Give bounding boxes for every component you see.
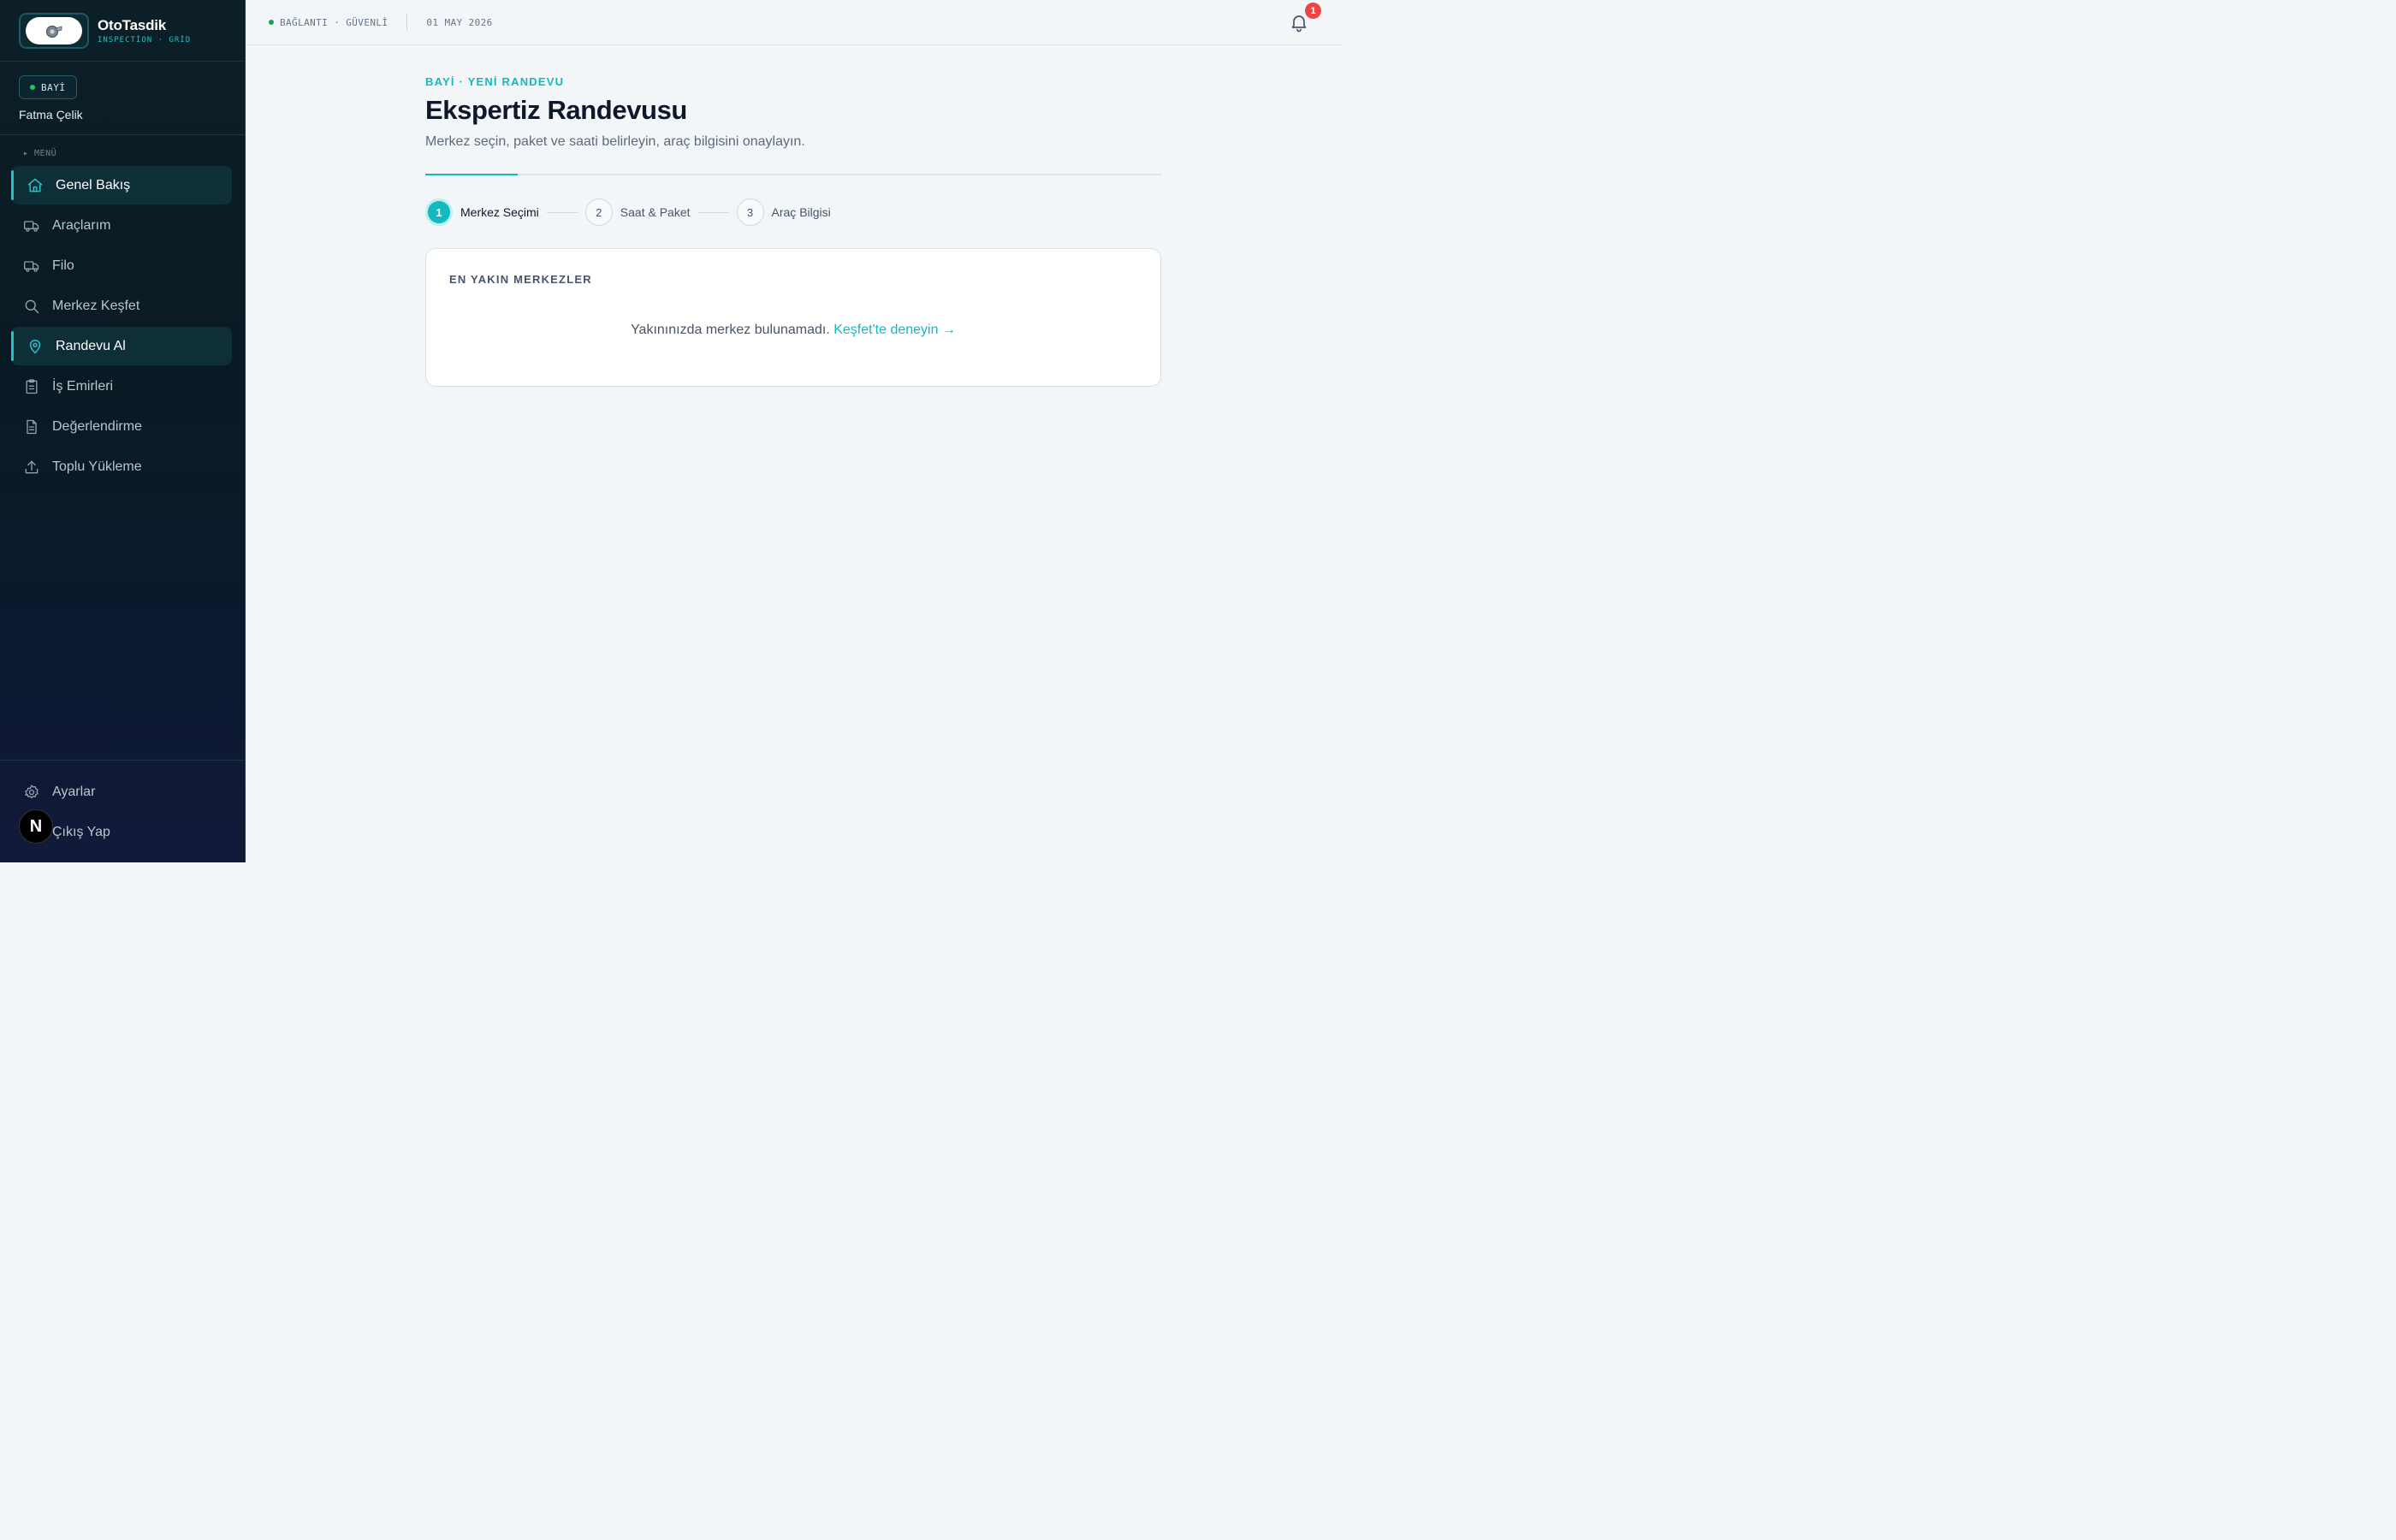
step-label: Merkez Seçimi: [460, 205, 539, 219]
step-saat-paket[interactable]: 2 Saat & Paket: [584, 198, 691, 226]
sidebar-item-label: Filo: [52, 258, 74, 273]
sidebar-item-araclarim[interactable]: Araçlarım: [11, 206, 232, 245]
sidebar-item-label: Değerlendirme: [52, 418, 142, 434]
dev-tools-badge[interactable]: N: [19, 809, 53, 844]
wizard-progress-fill: [425, 174, 518, 175]
connection-status-dot: [269, 20, 274, 25]
truck-icon: [23, 258, 40, 275]
gear-icon: [23, 784, 40, 801]
brand-name: OtoTasdik: [98, 16, 167, 33]
sidebar-item-ayarlar[interactable]: Ayarlar: [11, 773, 232, 811]
sidebar-item-label: Çıkış Yap: [52, 824, 110, 839]
step-connector: [546, 211, 578, 213]
sidebar-item-label: Randevu Al: [56, 338, 126, 353]
notification-count-badge: 1: [1305, 3, 1321, 19]
step-number: 3: [736, 198, 764, 226]
sidebar-item-genel-bakis[interactable]: Genel Bakış: [11, 166, 232, 204]
role-badge: BAYİ: [19, 75, 77, 99]
step-label: Araç Bilgisi: [771, 205, 831, 219]
sidebar-item-filo[interactable]: Filo: [11, 246, 232, 285]
user-name: Fatma Çelik: [19, 108, 83, 121]
topbar: BAĞLANTI · GÜVENLİ 01 MAY 2026 1: [246, 0, 1342, 45]
search-icon: [23, 298, 40, 315]
wizard-steps: 1 Merkez Seçimi 2 Saat & Paket 3 Araç Bi…: [425, 198, 1161, 226]
page-title: Ekspertiz Randevusu: [425, 95, 687, 125]
step-connector: [697, 211, 729, 213]
logo-pill: [26, 16, 82, 44]
nearest-centers-card: EN YAKIN MERKEZLER Yakınınızda merkez bu…: [425, 248, 1161, 387]
document-icon: [23, 418, 40, 435]
sidebar-item-label: Ayarlar: [52, 784, 96, 799]
step-arac-bilgisi[interactable]: 3 Araç Bilgisi: [736, 198, 831, 226]
home-icon: [27, 177, 44, 194]
current-date: 01 MAY 2026: [426, 16, 493, 28]
logo[interactable]: [19, 12, 89, 49]
step-merkez-secimi[interactable]: 1 Merkez Seçimi: [425, 198, 539, 226]
empty-state: Yakınınızda merkez bulunamadı. Keşfet'te…: [426, 323, 1160, 338]
sidebar-item-randevu-al[interactable]: Randevu Al: [11, 327, 232, 365]
page-eyebrow: BAYİ · YENİ RANDEVU: [425, 75, 565, 88]
discover-link[interactable]: Keşfet'te deneyin →: [833, 323, 956, 337]
map-pin-icon: [27, 338, 44, 355]
role-label: BAYİ: [41, 81, 66, 93]
sidebar-nav: Genel Bakış Araçlarım Filo Merkez Keşfet…: [0, 166, 245, 486]
connection-status: BAĞLANTI · GÜVENLİ: [280, 16, 388, 28]
topbar-divider: [406, 14, 408, 31]
sidebar-footer: Ayarlar Çıkış Yap N: [0, 760, 245, 862]
turbo-logo-icon: [45, 25, 62, 38]
sidebar-item-degerlendirme[interactable]: Değerlendirme: [11, 407, 232, 446]
sidebar-item-label: Toplu Yükleme: [52, 459, 142, 474]
empty-state-text: Yakınınızda merkez bulunamadı.: [631, 323, 830, 337]
step-label: Saat & Paket: [620, 205, 691, 219]
user-block: BAYİ Fatma Çelik: [0, 62, 245, 135]
sidebar-item-merkez-kesfet[interactable]: Merkez Keşfet: [11, 287, 232, 325]
sidebar-item-label: Merkez Keşfet: [52, 298, 140, 313]
upload-icon: [23, 459, 40, 476]
sidebar-item-label: Araçlarım: [52, 217, 111, 233]
page-subtitle: Merkez seçin, paket ve saati belirleyin,…: [425, 134, 805, 149]
clipboard-icon: [23, 378, 40, 395]
role-status-dot: [30, 85, 35, 90]
sidebar-item-is-emirleri[interactable]: İş Emirleri: [11, 367, 232, 406]
sidebar-item-label: Genel Bakış: [56, 177, 131, 192]
card-title: EN YAKIN MERKEZLER: [449, 273, 592, 286]
sidebar-item-toplu-yukleme[interactable]: Toplu Yükleme: [11, 447, 232, 486]
main-content: BAYİ · YENİ RANDEVU Ekspertiz Randevusu …: [425, 75, 1161, 387]
menu-title: ▸ MENÜ: [23, 149, 57, 158]
step-number: 1: [425, 198, 453, 226]
truck-icon: [23, 217, 40, 234]
sidebar-item-label: İş Emirleri: [52, 378, 114, 394]
sidebar: OtoTasdik INSPECTİON · GRİD BAYİ Fatma Ç…: [0, 0, 246, 862]
brand-tagline: INSPECTİON · GRİD: [98, 35, 192, 44]
step-number: 2: [584, 198, 613, 226]
brand: OtoTasdik INSPECTİON · GRİD: [0, 0, 245, 62]
wizard-progress-bar: [425, 174, 1161, 175]
